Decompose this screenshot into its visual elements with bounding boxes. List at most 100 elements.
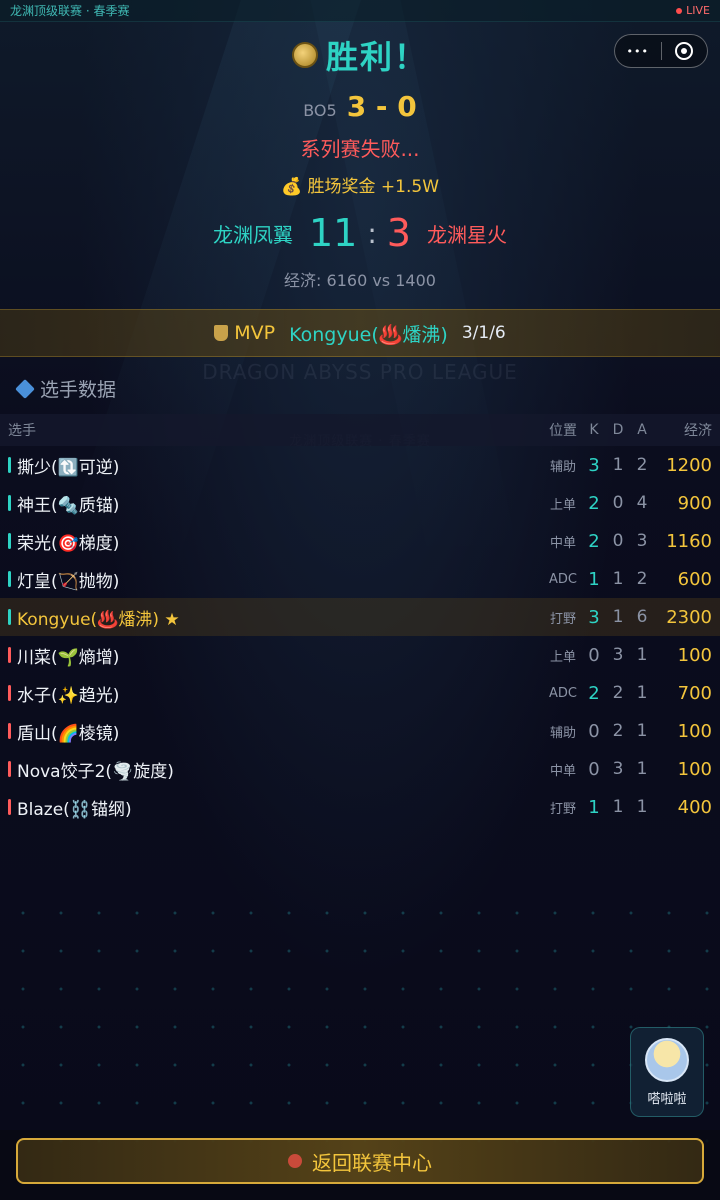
- header-position: 位置: [549, 423, 577, 439]
- header-gold: 经济: [684, 423, 712, 439]
- player-name: 灯皇(🏹抛物): [17, 571, 120, 592]
- player-assists: 2: [636, 455, 648, 475]
- player-assists: 4: [636, 493, 648, 513]
- league-name: 龙渊顶级联赛 · 春季赛: [10, 4, 130, 18]
- player-position: 打野: [549, 801, 576, 817]
- trophy-icon: [214, 325, 229, 341]
- team-a-score: 11: [309, 211, 358, 255]
- team-color-bar: [8, 647, 11, 663]
- mvp-kda: 3/1/6: [461, 323, 506, 343]
- page: 龙渊顶级联赛 · 春季赛 LIVE ••• 胜利！ BO5 3 - 0 系列赛失…: [0, 0, 720, 826]
- assistant-button[interactable]: 嗒啦啦: [630, 1027, 704, 1117]
- mvp-label-text: MVP: [234, 322, 276, 344]
- player-assists: 1: [636, 721, 648, 741]
- player-name: 盾山(🌈棱镜): [17, 723, 120, 744]
- player-deaths: 0: [612, 531, 624, 551]
- table-row: 神王(🔩质锚) 上单 2 0 4 900: [0, 484, 720, 522]
- result-title: 胜利！: [325, 38, 428, 76]
- player-kills: 3: [588, 606, 600, 628]
- player-name: Blaze(⛓️锚纲): [17, 799, 132, 820]
- score-separator: :: [367, 216, 377, 250]
- player-deaths: 2: [612, 683, 624, 703]
- player-kills: 2: [588, 530, 600, 552]
- footer: 返回联赛中心: [0, 1130, 720, 1200]
- back-to-league-button[interactable]: 返回联赛中心: [16, 1138, 704, 1184]
- table-row: 撕少(🔃可逆) 辅助 3 1 2 1200: [0, 446, 720, 484]
- back-button-label: 返回联赛中心: [312, 1150, 432, 1175]
- team-a-name: 龙渊凤翼: [213, 222, 293, 247]
- player-assists: 1: [636, 797, 648, 817]
- team-color-bar: [8, 533, 11, 549]
- dot-pattern: [0, 890, 720, 1150]
- team-color-bar: [8, 571, 11, 587]
- header-assists: A: [637, 422, 647, 438]
- player-cell: Blaze(⛓️锚纲): [8, 795, 544, 820]
- assistant-avatar: [645, 1037, 689, 1082]
- live-label: LIVE: [686, 4, 710, 17]
- close-target-icon: [675, 42, 694, 60]
- player-position: 辅助: [549, 725, 576, 741]
- player-position: ADC: [549, 685, 577, 701]
- player-assists: 1: [636, 683, 648, 703]
- player-cell: 撕少(🔃可逆): [8, 453, 544, 478]
- player-deaths: 0: [612, 493, 624, 513]
- table-row: 灯皇(🏹抛物) ADC 1 1 2 600: [0, 560, 720, 598]
- player-cell: 水子(✨趋光): [8, 681, 544, 706]
- player-cell: 神王(🔩质锚): [8, 491, 544, 516]
- player-assists: 1: [636, 759, 648, 779]
- series-score: 3 - 0: [346, 90, 417, 123]
- player-name: 神王(🔩质锚): [17, 495, 120, 516]
- player-cell: Nova饺子2(🌪️旋度): [8, 757, 544, 782]
- team-b-name: 龙渊星火: [426, 222, 507, 247]
- table-row: 川菜(🌱熵增) 上单 0 3 1 100: [0, 636, 720, 674]
- player-deaths: 2: [612, 721, 624, 741]
- title-row: 胜利！: [0, 32, 720, 78]
- player-gold: 700: [677, 682, 712, 704]
- player-assists: 2: [636, 569, 648, 589]
- team-color-bar: [8, 685, 11, 701]
- team-color-bar: [8, 457, 11, 473]
- table-row: 荣光(🎯梯度) 中单 2 0 3 1160: [0, 522, 720, 560]
- team-color-bar: [8, 761, 11, 777]
- player-assists: 1: [636, 645, 648, 665]
- player-position: 上单: [549, 497, 576, 513]
- player-gold: 900: [677, 492, 712, 514]
- mvp-label: MVP: [214, 322, 275, 344]
- player-name: 荣光(🎯梯度): [17, 533, 120, 554]
- table-row: 水子(✨趋光) ADC 2 2 1 700: [0, 674, 720, 712]
- player-position: 中单: [549, 535, 576, 551]
- player-cell: 灯皇(🏹抛物): [8, 567, 544, 592]
- mvp-bar: MVP Kongyue(♨️燔沸) 3/1/6: [0, 309, 720, 357]
- more-icon: •••: [626, 44, 649, 58]
- player-deaths: 3: [612, 759, 624, 779]
- player-gold: 1160: [666, 530, 712, 552]
- player-position: 辅助: [549, 459, 576, 475]
- player-deaths: 1: [612, 797, 624, 817]
- player-gold: 100: [677, 758, 712, 780]
- header-player: 选手: [8, 423, 36, 439]
- live-badge: LIVE: [676, 4, 710, 17]
- player-kills: 2: [588, 682, 600, 704]
- more-button[interactable]: •••: [615, 35, 661, 67]
- player-kills: 0: [588, 644, 600, 666]
- team-color-bar: [8, 609, 11, 625]
- series-format: BO5: [303, 101, 337, 120]
- player-cell: Kongyue(♨️燔沸) ★: [8, 605, 544, 630]
- player-gold: 2300: [666, 606, 712, 628]
- close-button[interactable]: [662, 35, 708, 67]
- team-color-bar: [8, 799, 11, 815]
- player-kills: 0: [588, 758, 600, 780]
- player-name: Nova饺子2(🌪️旋度): [17, 761, 174, 782]
- match-score: 龙渊凤翼 11 : 3 龙渊星火: [0, 211, 720, 255]
- mini-program-capsule: •••: [614, 34, 708, 68]
- player-deaths: 1: [612, 455, 624, 475]
- mvp-player-name: Kongyue(♨️燔沸): [289, 323, 448, 346]
- assistant-label: 嗒啦啦: [647, 1091, 687, 1107]
- league-emblem-icon: [288, 1154, 302, 1168]
- stats-section-title: 选手数据: [40, 379, 117, 401]
- player-name: 撕少(🔃可逆): [17, 457, 120, 478]
- medal-icon: [291, 42, 318, 68]
- player-name: 水子(✨趋光): [17, 685, 120, 706]
- series-status: 系列赛失败...: [300, 137, 420, 161]
- player-gold: 100: [677, 644, 712, 666]
